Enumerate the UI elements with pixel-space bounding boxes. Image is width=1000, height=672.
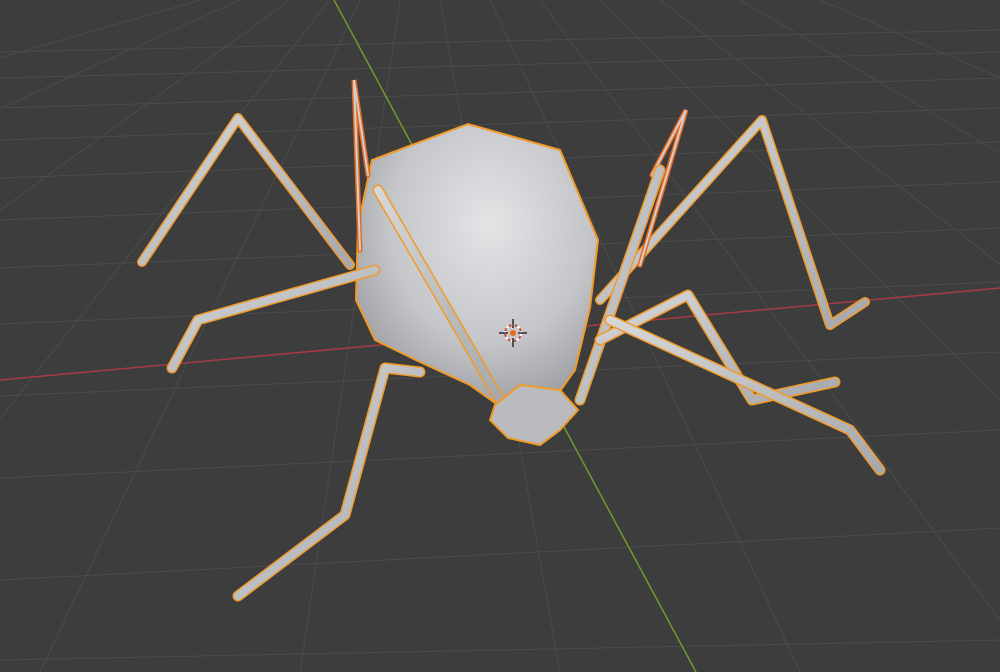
- spider-mesh[interactable]: [137, 79, 886, 602]
- viewport-canvas[interactable]: [0, 0, 1000, 672]
- 3d-viewport[interactable]: [0, 0, 1000, 672]
